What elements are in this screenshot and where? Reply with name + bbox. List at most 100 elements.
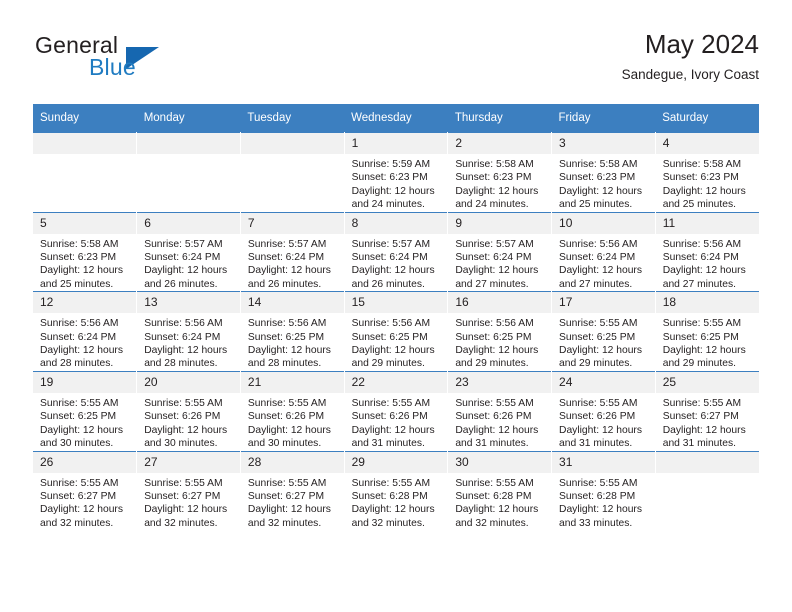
calendar-day-cell[interactable]: 11 Sunrise: 5:56 AM Sunset: 6:24 PM Dayligh…: [655, 211, 759, 292]
calendar-day-cell[interactable]: 30 Sunrise: 5:55 AM Sunset: 6:28 PM Dayligh…: [447, 450, 553, 531]
calendar-day-cell[interactable]: 2 Sunrise: 5:58 AM Sunset: 6:23 PM Daylight…: [447, 132, 553, 213]
day-details: Sunrise: 5:55 AM Sunset: 6:27 PM Daylight:…: [656, 393, 759, 451]
calendar-day-cell[interactable]: 25 Sunrise: 5:55 AM Sunset: 6:27 PM Dayligh…: [655, 370, 759, 451]
sunrise-text: Sunrise: 5:55 AM: [144, 477, 223, 489]
sunrise-text: Sunrise: 5:55 AM: [40, 477, 119, 489]
day-number: 9: [448, 212, 552, 234]
sunset-text: Sunset: 6:23 PM: [559, 172, 636, 184]
calendar-day-cell[interactable]: 29 Sunrise: 5:55 AM Sunset: 6:28 PM Dayligh…: [344, 450, 449, 531]
calendar-day-cell[interactable]: 27 Sunrise: 5:55 AM Sunset: 6:27 PM Dayligh…: [136, 450, 241, 531]
day-number: [137, 133, 240, 154]
calendar-day-cell[interactable]: 28 Sunrise: 5:55 AM Sunset: 6:27 PM Dayligh…: [240, 450, 345, 531]
daylight-text-line1: Daylight: 12 hours: [247, 345, 331, 357]
daylight-text-line2: and 29 minutes.: [662, 358, 736, 370]
sunrise-text: Sunrise: 5:55 AM: [144, 397, 223, 409]
daylight-text-line2: and 25 minutes.: [662, 199, 736, 211]
day-number: 23: [448, 371, 552, 393]
day-number: 1: [344, 133, 448, 154]
calendar-day-cell[interactable]: 20 Sunrise: 5:55 AM Sunset: 6:26 PM Dayligh…: [136, 370, 241, 451]
calendar-day-cell[interactable]: 22 Sunrise: 5:55 AM Sunset: 6:26 PM Dayligh…: [344, 370, 449, 451]
calendar-day-cell[interactable]: 9 Sunrise: 5:57 AM Sunset: 6:24 PM Daylight…: [447, 211, 553, 292]
calendar-day-cell[interactable]: 26 Sunrise: 5:55 AM Sunset: 6:27 PM Dayligh…: [33, 450, 138, 531]
calendar-day-cell[interactable]: 6 Sunrise: 5:57 AM Sunset: 6:24 PM Daylight…: [136, 211, 241, 292]
daylight-text-line2: and 29 minutes.: [455, 358, 529, 370]
calendar-day-cell[interactable]: 13 Sunrise: 5:56 AM Sunset: 6:24 PM Dayligh…: [136, 291, 241, 372]
calendar-day-cell[interactable]: 1 Sunrise: 5:59 AM Sunset: 6:23 PM Daylight…: [344, 132, 449, 213]
sunrise-text: Sunrise: 5:58 AM: [40, 238, 119, 250]
calendar-day-cell[interactable]: 15 Sunrise: 5:56 AM Sunset: 6:25 PM Dayligh…: [344, 291, 449, 372]
general-blue-logo[interactable]: General Blue: [33, 32, 243, 94]
day-number: 28: [240, 451, 344, 473]
weekday-header-thursday: Thursday: [447, 104, 552, 133]
sunset-text: Sunset: 6:26 PM: [455, 411, 532, 423]
sunset-text: Sunset: 6:28 PM: [455, 490, 532, 502]
calendar-day-cell-empty: [655, 450, 759, 531]
sunset-text: Sunset: 6:24 PM: [40, 331, 117, 343]
calendar-day-cell[interactable]: 3 Sunrise: 5:58 AM Sunset: 6:23 PM Daylight…: [551, 132, 656, 213]
day-number: 4: [655, 133, 759, 154]
daylight-text-line1: Daylight: 12 hours: [40, 265, 123, 277]
sunset-text: Sunset: 6:28 PM: [559, 490, 636, 502]
day-details: Sunrise: 5:55 AM Sunset: 6:28 PM Daylight:…: [552, 473, 655, 531]
daylight-text-line1: Daylight: 12 hours: [40, 504, 123, 516]
weekday-header-monday: Monday: [136, 104, 241, 133]
daylight-text-line1: Daylight: 12 hours: [559, 345, 643, 357]
daylight-text-line1: Daylight: 12 hours: [247, 424, 331, 436]
daylight-text-line1: Daylight: 12 hours: [559, 185, 643, 197]
calendar-day-cell[interactable]: 19 Sunrise: 5:55 AM Sunset: 6:25 PM Dayligh…: [33, 370, 138, 451]
calendar-day-cell[interactable]: 8 Sunrise: 5:57 AM Sunset: 6:24 PM Daylight…: [344, 211, 449, 292]
daylight-text-line1: Daylight: 12 hours: [144, 424, 228, 436]
day-details: Sunrise: 5:58 AM Sunset: 6:23 PM Daylight:…: [656, 154, 759, 212]
calendar-week-row: 26 Sunrise: 5:55 AM Sunset: 6:27 PM Dayligh…: [33, 450, 759, 531]
day-number: 27: [137, 451, 240, 473]
calendar-day-cell[interactable]: 17 Sunrise: 5:55 AM Sunset: 6:25 PM Dayligh…: [551, 291, 656, 372]
calendar-day-cell[interactable]: 5 Sunrise: 5:58 AM Sunset: 6:23 PM Daylight…: [33, 211, 138, 292]
calendar-day-cell[interactable]: 31 Sunrise: 5:55 AM Sunset: 6:28 PM Dayligh…: [551, 450, 656, 531]
day-details: Sunrise: 5:58 AM Sunset: 6:23 PM Daylight:…: [33, 234, 136, 292]
page-subtitle: Sandegue, Ivory Coast: [621, 67, 759, 82]
day-details: Sunrise: 5:57 AM Sunset: 6:24 PM Daylight:…: [345, 234, 448, 292]
calendar-day-cell[interactable]: 24 Sunrise: 5:55 AM Sunset: 6:26 PM Dayligh…: [551, 370, 656, 451]
daylight-text-line1: Daylight: 12 hours: [455, 504, 539, 516]
weekday-header-sunday: Sunday: [33, 104, 137, 133]
day-number: 11: [655, 212, 759, 234]
sunrise-text: Sunrise: 5:55 AM: [559, 477, 638, 489]
sunrise-text: Sunrise: 5:55 AM: [662, 397, 742, 409]
calendar-day-cell-empty: [33, 132, 138, 213]
sunset-text: Sunset: 6:26 PM: [144, 411, 221, 423]
calendar-day-cell[interactable]: 4 Sunrise: 5:58 AM Sunset: 6:23 PM Daylight…: [655, 132, 759, 213]
sunset-text: Sunset: 6:26 PM: [559, 411, 636, 423]
calendar-day-cell[interactable]: 23 Sunrise: 5:55 AM Sunset: 6:26 PM Dayligh…: [447, 370, 553, 451]
sunrise-text: Sunrise: 5:55 AM: [247, 397, 327, 409]
daylight-text-line2: and 31 minutes.: [455, 438, 529, 450]
calendar-day-cell[interactable]: 12 Sunrise: 5:56 AM Sunset: 6:24 PM Dayligh…: [33, 291, 138, 372]
day-details: Sunrise: 5:58 AM Sunset: 6:23 PM Daylight:…: [552, 154, 655, 212]
calendar-day-cell-empty: [240, 132, 345, 213]
day-details: Sunrise: 5:56 AM Sunset: 6:24 PM Daylight:…: [552, 234, 655, 292]
calendar-day-cell[interactable]: 16 Sunrise: 5:56 AM Sunset: 6:25 PM Dayligh…: [447, 291, 553, 372]
day-number: 24: [552, 371, 655, 393]
calendar-day-cell[interactable]: 14 Sunrise: 5:56 AM Sunset: 6:25 PM Dayligh…: [240, 291, 345, 372]
sunrise-text: Sunrise: 5:55 AM: [455, 477, 534, 489]
page-header: General Blue May 2024 Sandegue, Ivory Co…: [33, 28, 759, 96]
weekday-header-tuesday: Tuesday: [240, 104, 345, 133]
daylight-text-line1: Daylight: 12 hours: [455, 345, 539, 357]
day-details: Sunrise: 5:57 AM Sunset: 6:24 PM Daylight:…: [241, 234, 344, 292]
daylight-text-line1: Daylight: 12 hours: [144, 504, 228, 516]
day-number: 12: [33, 292, 137, 314]
calendar-day-cell[interactable]: 18 Sunrise: 5:55 AM Sunset: 6:25 PM Dayligh…: [655, 291, 759, 372]
sunset-text: Sunset: 6:24 PM: [351, 252, 428, 264]
day-number: 30: [448, 451, 552, 473]
day-number: 20: [137, 371, 240, 393]
daylight-text-line2: and 32 minutes.: [40, 517, 114, 529]
calendar-day-cell[interactable]: 21 Sunrise: 5:55 AM Sunset: 6:26 PM Dayligh…: [240, 370, 345, 451]
daylight-text-line1: Daylight: 12 hours: [559, 265, 643, 277]
daylight-text-line2: and 27 minutes.: [455, 278, 529, 290]
sunrise-text: Sunrise: 5:56 AM: [662, 238, 742, 250]
calendar-day-cell[interactable]: 7 Sunrise: 5:57 AM Sunset: 6:24 PM Daylight…: [240, 211, 345, 292]
day-details: Sunrise: 5:56 AM Sunset: 6:24 PM Daylight:…: [137, 313, 240, 371]
sunrise-text: Sunrise: 5:55 AM: [351, 477, 431, 489]
sunset-text: Sunset: 6:27 PM: [247, 490, 325, 502]
calendar-day-cell[interactable]: 10 Sunrise: 5:56 AM Sunset: 6:24 PM Dayligh…: [551, 211, 656, 292]
day-number: 15: [344, 292, 448, 314]
